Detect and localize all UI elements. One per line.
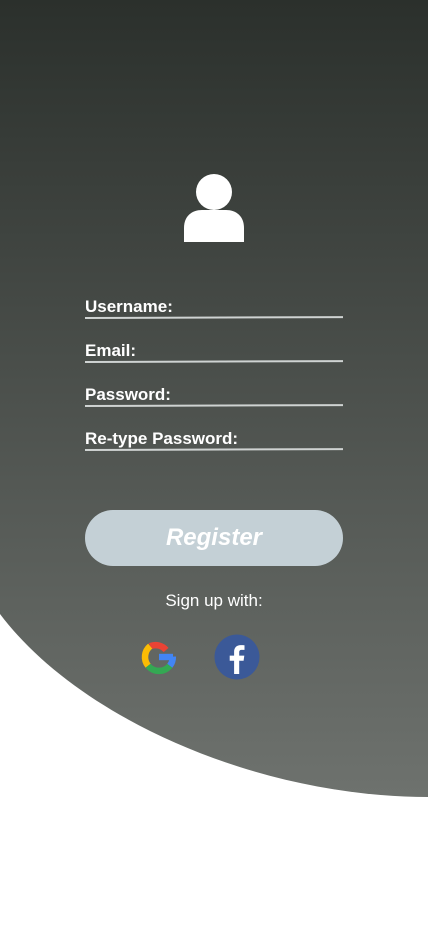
- facebook-signup-button[interactable]: [214, 634, 260, 680]
- google-signup-button[interactable]: [136, 634, 182, 680]
- dark-gradient-background: [0, 0, 428, 797]
- username-label: Username:: [85, 297, 173, 316]
- sign-up-with-label: Sign up with:: [165, 591, 263, 610]
- email-field[interactable]: Email:: [84, 333, 344, 363]
- register-screen: Username: Email: Password: Re-type Passw…: [0, 0, 428, 926]
- email-label: Email:: [85, 341, 137, 360]
- password-field[interactable]: Password:: [84, 377, 344, 407]
- retype-password-label: Re-type Password:: [85, 429, 239, 448]
- user-avatar-icon: [184, 174, 244, 242]
- register-button[interactable]: Register: [85, 510, 343, 566]
- username-field[interactable]: Username:: [84, 289, 344, 319]
- password-label: Password:: [85, 385, 171, 404]
- facebook-icon: [214, 634, 260, 680]
- retype-password-field[interactable]: Re-type Password:: [84, 421, 344, 451]
- google-icon: [141, 641, 177, 675]
